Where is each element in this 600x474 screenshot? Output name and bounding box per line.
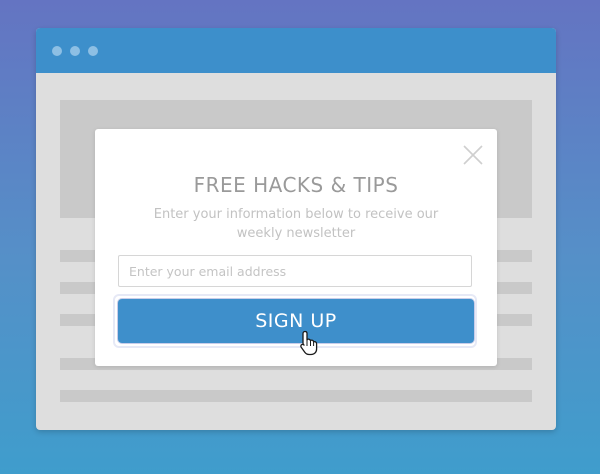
email-field[interactable] (118, 255, 472, 287)
popup-title: FREE HACKS & TIPS (193, 173, 399, 197)
close-icon[interactable] (461, 143, 485, 167)
newsletter-popup: FREE HACKS & TIPS Enter your information… (95, 129, 497, 366)
hand-pointer-icon (299, 330, 319, 356)
signup-button[interactable]: SIGN UP (118, 299, 474, 343)
window-titlebar (36, 28, 556, 73)
popup-subtitle: Enter your information below to receive … (153, 207, 439, 241)
window-dot-icon[interactable] (70, 46, 80, 56)
placeholder-text-line (60, 390, 532, 402)
window-dot-icon[interactable] (52, 46, 62, 56)
window-dot-icon[interactable] (88, 46, 98, 56)
